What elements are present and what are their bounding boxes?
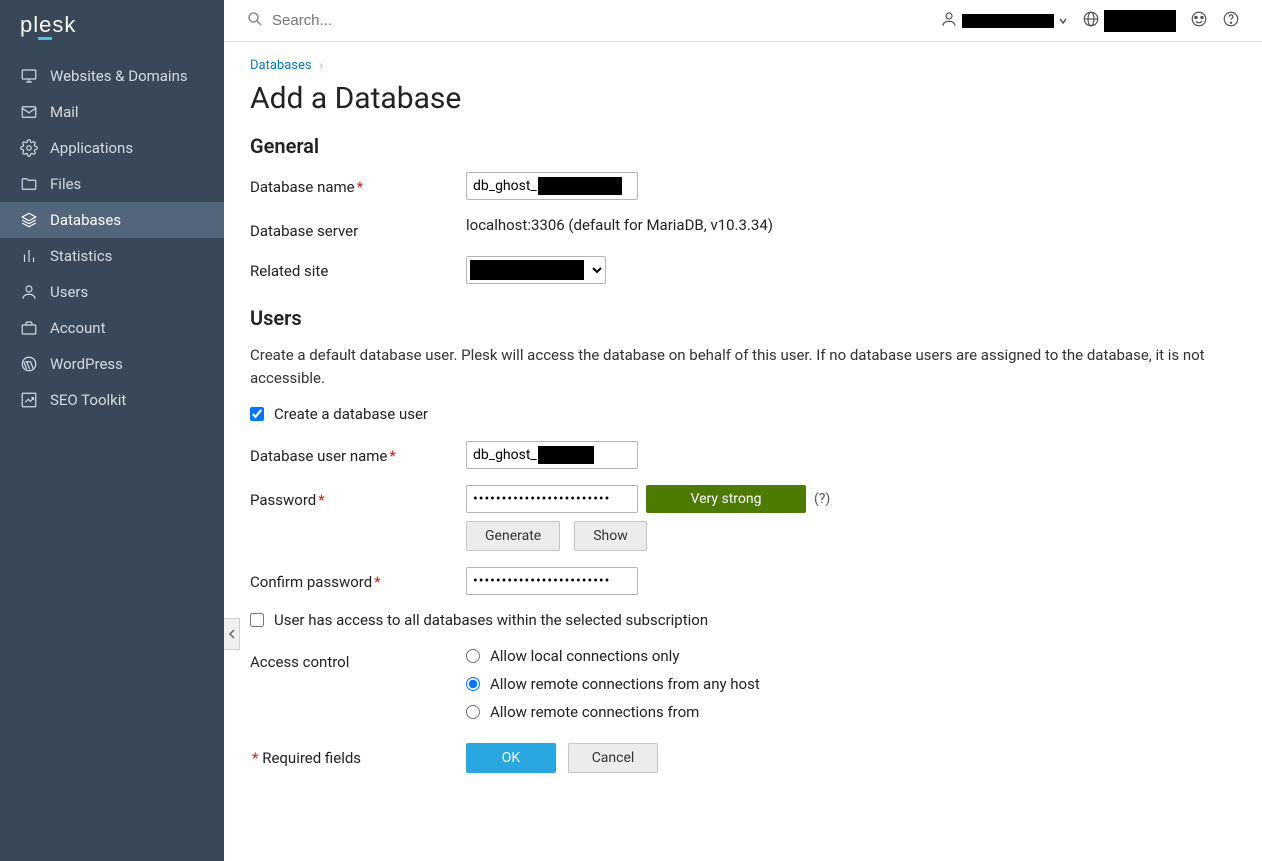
sidebar-item-databases[interactable]: Databases <box>0 202 224 238</box>
related-site-label: Related site <box>250 256 466 280</box>
extensions-icon[interactable] <box>1190 10 1208 32</box>
generate-password-button[interactable]: Generate <box>466 521 560 551</box>
sidebar-item-label: Applications <box>50 139 133 157</box>
db-server-value: localhost:3306 (default for MariaDB, v10… <box>466 216 773 234</box>
main-content: Databases › Add a Database General Datab… <box>224 42 1262 803</box>
sidebar-item-label: Statistics <box>50 247 112 265</box>
confirm-password-input[interactable] <box>466 567 638 595</box>
db-name-label: Database name* <box>250 172 466 196</box>
sidebar: plesk Websites & Domains Mail Applicatio… <box>0 0 224 861</box>
access-any-remote-radio[interactable] <box>466 677 480 691</box>
gear-icon <box>20 139 38 157</box>
sidebar-item-label: Mail <box>50 103 79 121</box>
sidebar-item-seo[interactable]: SEO Toolkit <box>0 382 224 418</box>
access-specific-remote-radio[interactable] <box>466 705 480 719</box>
briefcase-icon <box>20 319 38 337</box>
page-title: Add a Database <box>250 81 1236 116</box>
wordpress-icon <box>20 355 38 373</box>
brand-logo[interactable]: plesk <box>0 0 224 58</box>
db-server-label: Database server <box>250 216 466 240</box>
section-general-heading: General <box>250 134 1236 158</box>
chevron-down-icon <box>1058 16 1068 26</box>
breadcrumb: Databases › <box>250 58 1236 73</box>
subscription-menu[interactable] <box>1082 10 1176 32</box>
access-option-label: Allow remote connections from any host <box>490 675 760 693</box>
access-option-label: Allow local connections only <box>490 647 679 665</box>
required-fields-note: * Required fields <box>250 749 466 767</box>
svg-text:plesk: plesk <box>20 14 76 37</box>
help-icon[interactable] <box>1222 10 1240 32</box>
sidebar-item-label: WordPress <box>50 355 123 373</box>
sidebar-item-statistics[interactable]: Statistics <box>0 238 224 274</box>
trending-up-icon <box>20 391 38 409</box>
cancel-button[interactable]: Cancel <box>568 743 658 773</box>
password-strength-badge: Very strong <box>646 485 806 513</box>
sidebar-item-users[interactable]: Users <box>0 274 224 310</box>
globe-icon <box>1082 10 1100 32</box>
sidebar-item-files[interactable]: Files <box>0 166 224 202</box>
password-help-link[interactable]: (?) <box>814 491 830 507</box>
sidebar-item-mail[interactable]: Mail <box>0 94 224 130</box>
user-icon <box>20 283 38 301</box>
user-icon <box>940 10 958 32</box>
sidebar-item-label: Users <box>50 283 88 301</box>
sidebar-item-wordpress[interactable]: WordPress <box>0 346 224 382</box>
show-password-button[interactable]: Show <box>574 521 647 551</box>
sidebar-item-label: Databases <box>50 211 121 229</box>
access-local-radio[interactable] <box>466 649 480 663</box>
sidebar-item-account[interactable]: Account <box>0 310 224 346</box>
access-option-label: Allow remote connections from <box>490 703 699 721</box>
ok-button[interactable]: OK <box>466 743 556 773</box>
sidebar-item-label: Files <box>50 175 81 193</box>
sidebar-item-label: SEO Toolkit <box>50 391 126 409</box>
sidebar-item-applications[interactable]: Applications <box>0 130 224 166</box>
chart-icon <box>20 247 38 265</box>
user-menu[interactable] <box>940 10 1068 32</box>
folder-icon <box>20 175 38 193</box>
access-control-label: Access control <box>250 647 466 671</box>
create-db-user-label: Create a database user <box>274 405 428 423</box>
all-db-access-label: User has access to all databases within … <box>274 611 708 629</box>
create-db-user-checkbox[interactable] <box>250 407 264 421</box>
sidebar-item-label: Account <box>50 319 106 337</box>
password-input[interactable] <box>466 485 638 513</box>
password-label: Password* <box>250 485 466 509</box>
monitor-icon <box>20 67 38 85</box>
sidebar-collapse-toggle[interactable] <box>224 618 240 650</box>
confirm-password-label: Confirm password* <box>250 567 466 591</box>
related-site-select[interactable] <box>466 256 606 284</box>
sidebar-item-label: Websites & Domains <box>50 67 188 85</box>
database-icon <box>20 211 38 229</box>
mail-icon <box>20 103 38 121</box>
breadcrumb-databases-link[interactable]: Databases <box>250 58 312 73</box>
all-db-access-checkbox[interactable] <box>250 613 264 627</box>
section-users-heading: Users <box>250 306 1236 330</box>
redacted-segment <box>538 177 622 195</box>
users-description: Create a default database user. Plesk wi… <box>250 344 1210 389</box>
db-username-label: Database user name* <box>250 441 466 465</box>
redacted-subscription <box>1104 10 1176 32</box>
search-input[interactable] <box>272 12 572 29</box>
redacted-segment <box>538 446 594 464</box>
redacted-username <box>962 14 1054 28</box>
sidebar-item-websites[interactable]: Websites & Domains <box>0 58 224 94</box>
chevron-right-icon: › <box>320 59 323 72</box>
search-icon <box>246 10 264 32</box>
topbar <box>224 0 1262 42</box>
